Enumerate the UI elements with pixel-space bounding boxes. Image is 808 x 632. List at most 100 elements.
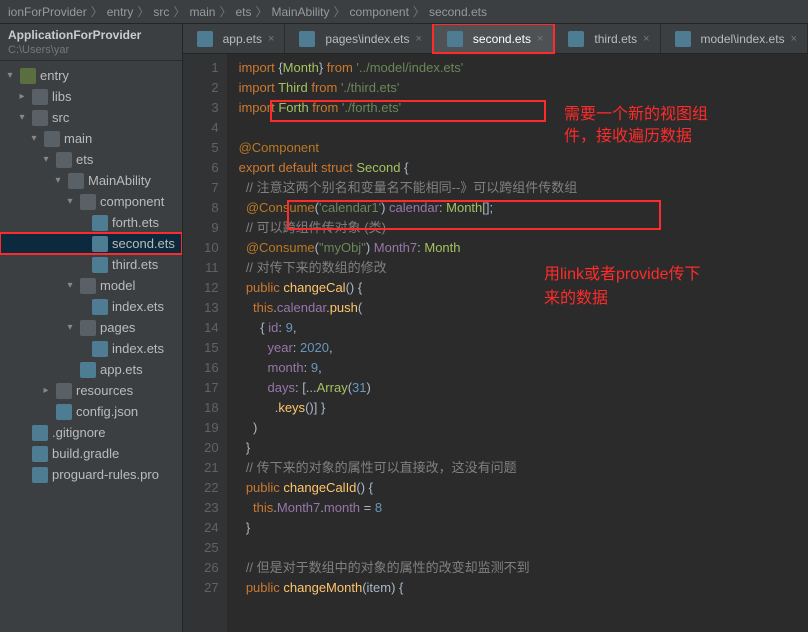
code-line-22[interactable]: public changeCalId() { xyxy=(239,478,808,498)
code-line-20[interactable]: } xyxy=(239,438,808,458)
code-line-17[interactable]: days: [...Array(31) xyxy=(239,378,808,398)
breadcrumb-item[interactable]: entry xyxy=(107,5,134,19)
fold-icon xyxy=(80,194,96,210)
tree-label: .gitignore xyxy=(52,425,105,440)
tab-label: app.ets xyxy=(223,32,262,46)
file-icon xyxy=(80,362,96,378)
project-tree[interactable]: ▾entry▸libs▾src▾main▾ets ▾ MainAbility ▾com… xyxy=(0,61,182,632)
code-line-27[interactable]: public changeMonth(item) { xyxy=(239,578,808,598)
tree-item-config-json[interactable]: config.json xyxy=(0,401,182,422)
code-line-5[interactable]: @Component xyxy=(239,138,808,158)
code-line-18[interactable]: .keys()] } xyxy=(239,398,808,418)
project-title: ApplicationForProvider xyxy=(8,28,141,42)
tab-second-ets[interactable]: second.ets × xyxy=(433,24,554,53)
code-line-10[interactable]: @Consume("myObj") Month7: Month xyxy=(239,238,808,258)
breadcrumb-item[interactable]: main xyxy=(189,5,215,19)
tree-label: pages xyxy=(100,320,135,335)
breadcrumb: ionForProvider〉entry〉src〉main〉ets〉MainAb… xyxy=(0,0,808,24)
breadcrumb-item[interactable]: MainAbility xyxy=(272,5,330,19)
tree-item-main[interactable]: ▾main xyxy=(0,128,182,149)
code-line-6[interactable]: export default struct Second { xyxy=(239,158,808,178)
tree-item-pages[interactable]: ▾pages xyxy=(0,317,182,338)
file-icon xyxy=(56,404,72,420)
breadcrumb-item[interactable]: src xyxy=(153,5,169,19)
tree-item-resources[interactable]: ▸resources xyxy=(0,380,182,401)
code-line-9[interactable]: // 可以跨组件传对象 (类) xyxy=(239,218,808,238)
tree-label: config.json xyxy=(76,404,138,419)
code-line-7[interactable]: // 注意这两个别名和变量名不能相同--》可以跨组件传数组 xyxy=(239,178,808,198)
code-content[interactable]: import {Month} from '../model/index.ets'… xyxy=(227,54,808,632)
tree-item-forth-ets[interactable]: forth.ets xyxy=(0,212,182,233)
file-icon xyxy=(92,236,108,252)
tree-item--gitignore[interactable]: .gitignore xyxy=(0,422,182,443)
annotation-text: 需要一个新的视图组 xyxy=(564,100,708,124)
code-line-26[interactable]: // 但是对于数组中的对象的属性的改变却监测不到 xyxy=(239,558,808,578)
file-icon xyxy=(92,215,108,231)
line-gutter: 1234567891011121314151617181920212223242… xyxy=(183,54,227,632)
tree-item-second-ets[interactable]: second.ets xyxy=(0,233,182,254)
tree-label: index.ets xyxy=(112,341,164,356)
tree-item-component[interactable]: ▾component xyxy=(0,191,182,212)
tab-label: model\index.ets xyxy=(701,32,785,46)
tab-label: second.ets xyxy=(473,32,531,46)
code-line-21[interactable]: // 传下来的对象的属性可以直接改，这没有问题 xyxy=(239,458,808,478)
breadcrumb-item[interactable]: ionForProvider xyxy=(8,5,87,19)
close-icon[interactable]: × xyxy=(643,33,649,45)
tree-item-entry[interactable]: ▾entry xyxy=(0,65,182,86)
code-line-23[interactable]: this.Month7.month = 8 xyxy=(239,498,808,518)
breadcrumb-item[interactable]: component xyxy=(350,5,409,19)
close-icon[interactable]: × xyxy=(415,33,421,45)
code-line-1[interactable]: import {Month} from '../model/index.ets' xyxy=(239,58,808,78)
fold-icon xyxy=(32,89,48,105)
code-line-8[interactable]: @Consume('calendar1') calendar: Month[]; xyxy=(239,198,808,218)
chevron-icon: ▾ xyxy=(52,175,64,186)
tree-label: MainAbility xyxy=(88,173,151,188)
tree-label: second.ets xyxy=(112,236,175,251)
tree-item-build-gradle[interactable]: build.gradle xyxy=(0,443,182,464)
tab-label: pages\index.ets xyxy=(325,32,409,46)
fold-icon xyxy=(32,110,48,126)
tree-item-third-ets[interactable]: third.ets xyxy=(0,254,182,275)
code-line-4[interactable] xyxy=(239,118,808,138)
tree-item-libs[interactable]: ▸libs xyxy=(0,86,182,107)
file-icon xyxy=(92,257,108,273)
file-icon xyxy=(197,31,213,47)
tree-item-index-ets[interactable]: index.ets xyxy=(0,338,182,359)
code-line-16[interactable]: month: 9, xyxy=(239,358,808,378)
tab-model-index-ets[interactable]: model\index.ets × xyxy=(661,24,808,53)
tree-item-MainAbility[interactable]: ▾ MainAbility xyxy=(0,170,182,191)
tab-third-ets[interactable]: third.ets× xyxy=(554,24,660,53)
close-icon[interactable]: × xyxy=(791,33,797,45)
tree-item-proguard-rules-pro[interactable]: proguard-rules.pro xyxy=(0,464,182,485)
code-line-11[interactable]: // 对传下来的数组的修改 xyxy=(239,258,808,278)
code-line-14[interactable]: { id: 9, xyxy=(239,318,808,338)
tree-item-app-ets[interactable]: app.ets xyxy=(0,359,182,380)
code-line-12[interactable]: public changeCal() { xyxy=(239,278,808,298)
tree-label: component xyxy=(100,194,164,209)
tree-label: proguard-rules.pro xyxy=(52,467,159,482)
tree-item-model[interactable]: ▾model xyxy=(0,275,182,296)
file-icon xyxy=(568,31,584,47)
file-icon xyxy=(92,341,108,357)
code-line-3[interactable]: import Forth from './forth.ets' xyxy=(239,98,808,118)
tree-label: forth.ets xyxy=(112,215,159,230)
code-line-19[interactable]: ) xyxy=(239,418,808,438)
breadcrumb-item[interactable]: ets xyxy=(235,5,251,19)
tree-item-src[interactable]: ▾src xyxy=(0,107,182,128)
code-line-25[interactable] xyxy=(239,538,808,558)
code-line-13[interactable]: this.calendar.push( xyxy=(239,298,808,318)
breadcrumb-item[interactable]: second.ets xyxy=(429,5,487,19)
code-editor[interactable]: 1234567891011121314151617181920212223242… xyxy=(183,54,808,632)
fold-icon xyxy=(56,383,72,399)
tab-app-ets[interactable]: app.ets × xyxy=(183,24,286,53)
code-line-15[interactable]: year: 2020, xyxy=(239,338,808,358)
code-line-24[interactable]: } xyxy=(239,518,808,538)
tree-item-index-ets[interactable]: index.ets xyxy=(0,296,182,317)
code-line-2[interactable]: import Third from './third.ets' xyxy=(239,78,808,98)
close-icon[interactable]: × xyxy=(537,33,543,45)
tab-pages-index-ets[interactable]: pages\index.ets × xyxy=(285,24,433,53)
fold-icon xyxy=(80,320,96,336)
close-icon[interactable]: × xyxy=(268,33,274,45)
fold-icon xyxy=(44,131,60,147)
tree-item-ets[interactable]: ▾ets xyxy=(0,149,182,170)
